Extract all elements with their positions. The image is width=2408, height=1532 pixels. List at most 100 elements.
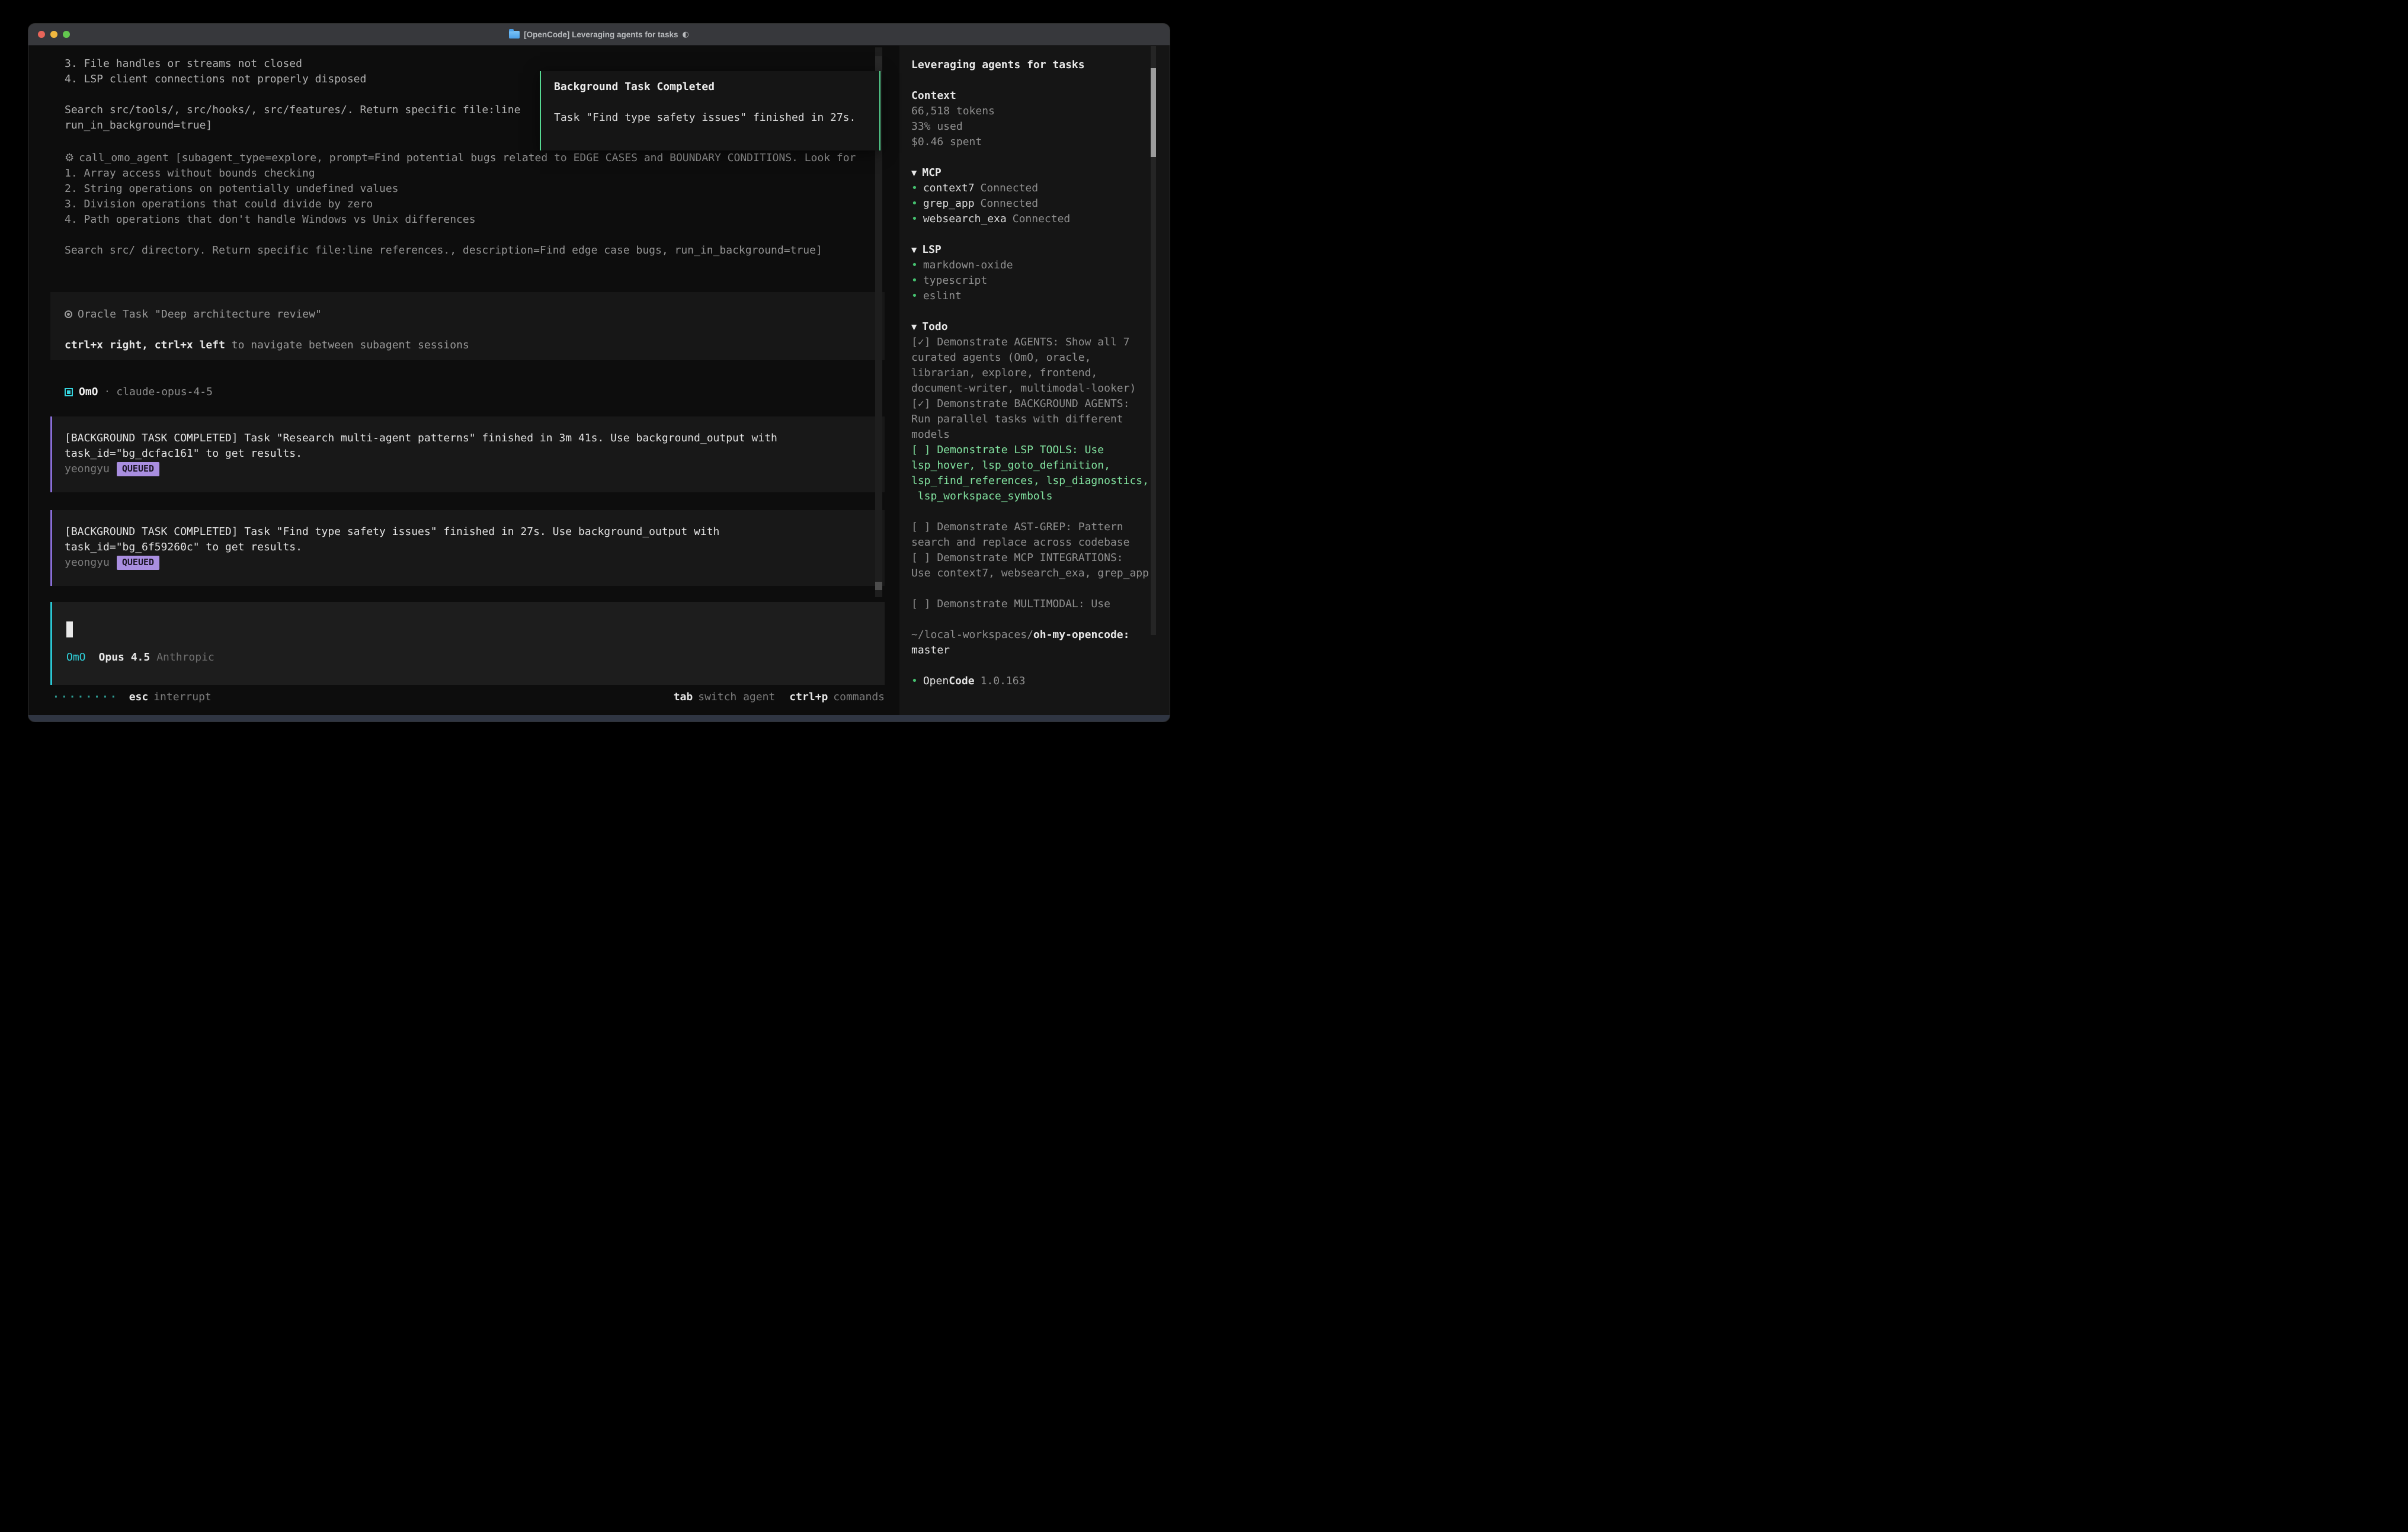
- workspace-repo: oh-my-opencode:: [1033, 629, 1130, 641]
- queued-status-badge: QUEUED: [117, 462, 159, 476]
- session-sidebar: Leveraging agents for tasks Context 66,5…: [899, 46, 1170, 716]
- scrollback-text: 3. File handles or streams not closed 4.…: [65, 56, 520, 133]
- message-author: yeongyu: [65, 555, 110, 571]
- status-dot-icon: •: [911, 290, 918, 302]
- folder-icon: [509, 31, 520, 39]
- mcp-item-status: Connected: [981, 182, 1039, 194]
- lsp-item-name: markdown-oxide: [923, 259, 1013, 271]
- mcp-item-status: Connected: [981, 197, 1039, 210]
- status-bar: ········ esc interrupt tab switch agent …: [53, 690, 885, 705]
- oracle-task-label: Oracle Task "Deep architecture review": [78, 308, 322, 320]
- chat-scrollbar-thumb[interactable]: [875, 582, 882, 590]
- titlebar: [OpenCode] Leveraging agents for tasks ◐: [28, 24, 1170, 46]
- workspace-branch: master: [911, 643, 1170, 658]
- text-cursor: [66, 621, 73, 637]
- agent-model: claude-opus-4-5: [116, 384, 213, 400]
- zoom-window-button[interactable]: [63, 31, 70, 38]
- chevron-down-icon: ▼: [911, 323, 917, 331]
- todo-completed-items: [✓] Demonstrate AGENTS: Show all 7 curat…: [911, 335, 1170, 443]
- mcp-item-name: grep_app: [923, 197, 975, 210]
- agent-icon: [65, 388, 73, 396]
- todo-pending-items: [ ] Demonstrate AST-GREP: Pattern search…: [911, 520, 1170, 581]
- minimize-window-button[interactable]: [50, 31, 57, 38]
- workspace-path-prefix: ~/local-workspaces/: [911, 629, 1033, 641]
- window-title: [OpenCode] Leveraging agents for tasks ◐: [509, 30, 689, 39]
- tool-call-block: ⚙call_omo_agent [subagent_type=explore, …: [65, 150, 856, 258]
- status-dot-icon: •: [911, 675, 918, 687]
- commands-key-hint: ctrl+p: [789, 690, 828, 705]
- gear-icon: ⚙: [65, 152, 74, 164]
- mcp-list: • context7 Connected • grep_app Connected • w…: [911, 181, 1170, 227]
- mcp-section-header[interactable]: ▼ MCP: [911, 165, 1170, 181]
- notification-body: Task "Find type safety issues" finished …: [554, 110, 879, 126]
- app-name-bold: Code: [949, 675, 974, 687]
- subagent-nav-hint: to navigate between subagent sessions: [225, 339, 469, 351]
- agent-name: OmO: [79, 384, 98, 400]
- version-row: • OpenCode 1.0.163: [911, 674, 1170, 689]
- status-dot-icon: •: [911, 197, 918, 210]
- app-version: 1.0.163: [981, 675, 1026, 687]
- mcp-item: • grep_app Connected: [911, 196, 1170, 211]
- lsp-item: • markdown-oxide: [911, 258, 1170, 273]
- mcp-item: • websearch_exa Connected: [911, 211, 1170, 227]
- lsp-item: • typescript: [911, 273, 1170, 289]
- notification-title: Background Task Completed: [554, 79, 879, 95]
- mcp-item-name: websearch_exa: [923, 213, 1007, 225]
- session-indicator-icon: ◐: [682, 30, 689, 39]
- agent-separator: ·: [104, 384, 111, 400]
- mcp-item: •context7Connected: [911, 181, 1170, 196]
- background-task-message: [BACKGROUND TASK COMPLETED] Task "Resear…: [50, 416, 885, 492]
- oracle-task-icon: [65, 310, 72, 318]
- agent-header: OmO · claude-opus-4-5: [65, 384, 213, 400]
- mcp-header-label: MCP: [922, 166, 942, 179]
- commands-key-label: commands: [833, 690, 885, 705]
- chevron-down-icon: ▼: [911, 169, 917, 177]
- todo-header-label: Todo: [922, 320, 947, 333]
- esc-key-label: interrupt: [153, 690, 212, 705]
- message-line-2: task_id="bg_6f59260c" to get results.: [65, 540, 885, 555]
- close-window-button[interactable]: [38, 31, 45, 38]
- input-model-label: Opus 4.5: [99, 650, 150, 665]
- message-line-2: task_id="bg_dcfac161" to get results.: [65, 446, 885, 461]
- message-list: [BACKGROUND TASK COMPLETED] Task "Resear…: [50, 416, 885, 586]
- queued-status-badge: QUEUED: [117, 556, 159, 570]
- esc-key-hint: esc: [129, 690, 149, 705]
- tab-key-label: switch agent: [698, 690, 775, 705]
- context-header: Context: [911, 88, 1170, 104]
- prompt-input[interactable]: OmO Opus 4.5 Anthropic: [50, 602, 885, 685]
- background-task-notification: Background Task Completed Task "Find typ…: [540, 71, 880, 150]
- message-line-1: [BACKGROUND TASK COMPLETED] Task "Resear…: [65, 431, 885, 446]
- mcp-item-status: Connected: [1013, 213, 1071, 225]
- window-title-text: [OpenCode] Leveraging agents for tasks: [524, 30, 678, 39]
- input-agent-label: OmO: [66, 650, 86, 665]
- lsp-item-name: typescript: [923, 274, 987, 287]
- model-row: OmO Opus 4.5 Anthropic: [66, 650, 214, 665]
- chevron-down-icon: ▼: [911, 246, 917, 254]
- tab-key-hint: tab: [674, 690, 693, 705]
- chat-scrollbar-segment[interactable]: [875, 56, 882, 72]
- lsp-item-name: eslint: [923, 290, 962, 302]
- sidebar-scrollbar[interactable]: [1151, 46, 1156, 635]
- todo-pending-item-multimodal: [ ] Demonstrate MULTIMODAL: Use: [911, 597, 1170, 612]
- working-spinner-icon: ········: [53, 690, 119, 705]
- todo-section-header[interactable]: ▼ Todo: [911, 319, 1170, 335]
- subagent-nav-keys: ctrl+x right, ctrl+x left: [65, 339, 225, 351]
- todo-current-item: [ ] Demonstrate LSP TOOLS: Use lsp_hover…: [911, 443, 1170, 504]
- desktop: { "window": { "title": "[OpenCode] Lever…: [0, 0, 1204, 766]
- status-dot-icon: •: [911, 213, 918, 225]
- lsp-header-label: LSP: [922, 243, 942, 256]
- workspace-path: ~/local-workspaces/oh-my-opencode:: [911, 627, 1170, 643]
- status-dot-icon: •: [911, 259, 918, 271]
- session-title: Leveraging agents for tasks: [911, 57, 1170, 73]
- message-author: yeongyu: [65, 461, 110, 477]
- traffic-lights: [38, 24, 70, 45]
- sidebar-scrollbar-thumb[interactable]: [1151, 68, 1156, 157]
- app-name-regular: Open: [923, 675, 949, 687]
- status-dot-icon: •: [911, 274, 918, 287]
- lsp-list: • markdown-oxide • typescript • eslint: [911, 258, 1170, 304]
- lsp-section-header[interactable]: ▼ LSP: [911, 242, 1170, 258]
- window-bottom-strip: [28, 715, 1170, 722]
- tool-call-args: 1. Array access without bounds checking …: [65, 166, 856, 258]
- message-line-1: [BACKGROUND TASK COMPLETED] Task "Find t…: [65, 524, 885, 540]
- mcp-item-name: context7: [923, 182, 975, 194]
